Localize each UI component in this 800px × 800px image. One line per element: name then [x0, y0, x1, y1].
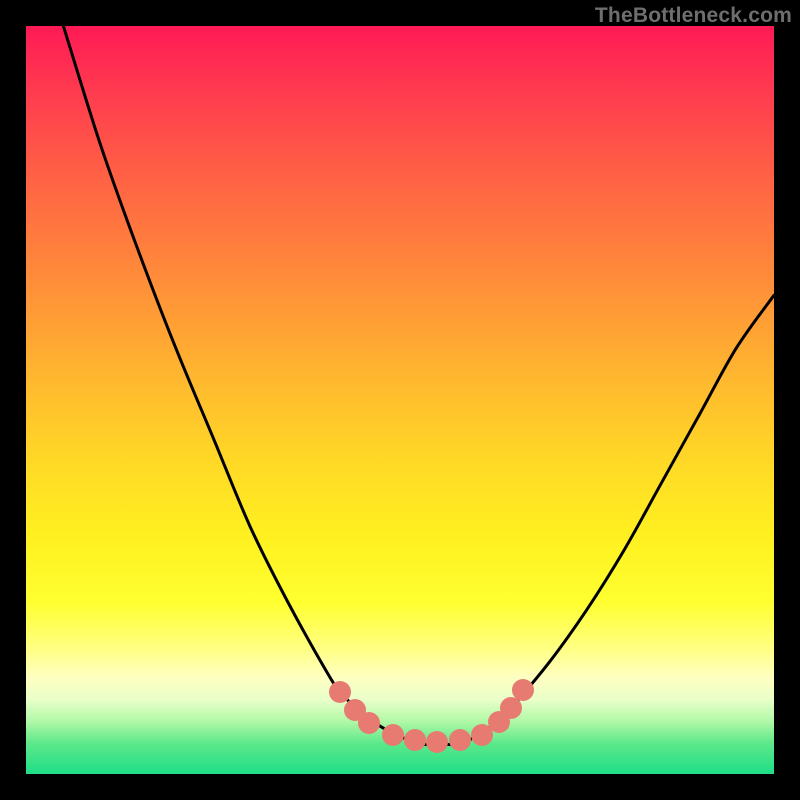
curve-marker [426, 731, 448, 753]
chart-plot-area [26, 26, 774, 774]
curve-marker [382, 724, 404, 746]
curve-marker [512, 679, 534, 701]
curve-marker [358, 712, 380, 734]
bottleneck-curve [26, 26, 774, 774]
curve-marker [404, 729, 426, 751]
curve-marker [449, 729, 471, 751]
curve-marker [329, 681, 351, 703]
curve-marker [500, 697, 522, 719]
watermark-text: TheBottleneck.com [595, 4, 792, 28]
